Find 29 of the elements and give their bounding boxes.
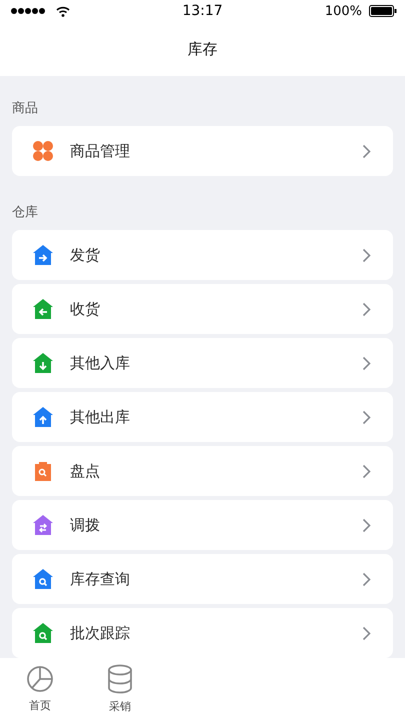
tab-button[interactable]: 采销 bbox=[80, 658, 160, 720]
status-time: 13:17 bbox=[182, 3, 223, 19]
battery-percent: 100% bbox=[324, 4, 362, 18]
menu-row[interactable]: 批次跟踪 bbox=[12, 608, 393, 658]
chevron-icon bbox=[362, 248, 371, 262]
chevron-icon bbox=[362, 464, 371, 478]
chevron-icon bbox=[362, 410, 371, 424]
tab-button[interactable]: 首页 bbox=[0, 658, 80, 720]
menu-row[interactable]: 商品管理 bbox=[12, 126, 393, 176]
chevron-icon bbox=[362, 356, 371, 370]
menu-row[interactable]: 其他出库 bbox=[12, 392, 393, 442]
menu-row[interactable]: 盘点 bbox=[12, 446, 393, 496]
menu-row[interactable]: 其他入库 bbox=[12, 338, 393, 388]
menu-row[interactable]: 收货 bbox=[12, 284, 393, 334]
menu-row[interactable]: 库存查询 bbox=[12, 554, 393, 604]
menu-row[interactable]: 调拨 bbox=[12, 500, 393, 550]
chevron-icon bbox=[362, 626, 371, 640]
chevron-icon bbox=[362, 572, 371, 586]
section-header: 仓库 bbox=[12, 204, 39, 222]
pie-chart-icon bbox=[26, 665, 54, 693]
chevron-icon bbox=[362, 144, 371, 158]
battery-icon bbox=[369, 5, 397, 17]
chevron-icon bbox=[362, 302, 371, 316]
menu-row[interactable]: 发货 bbox=[12, 230, 393, 280]
chevron-icon bbox=[362, 518, 371, 532]
section-header: 商品 bbox=[12, 100, 39, 118]
wifi-icon bbox=[56, 6, 70, 16]
database-icon bbox=[107, 664, 133, 694]
page-title: 库存 bbox=[188, 40, 218, 58]
